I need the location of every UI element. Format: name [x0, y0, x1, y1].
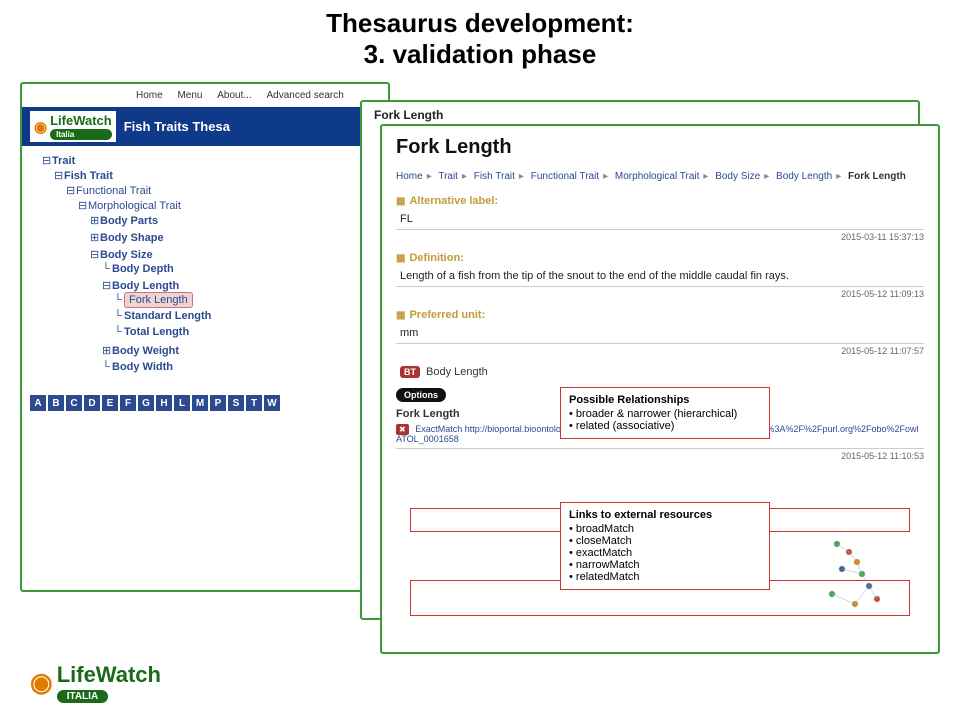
lifewatch-logo: ◉ LifeWatch Italia [30, 111, 116, 142]
crumb-trait[interactable]: Trait [438, 171, 458, 182]
alpha-w[interactable]: W [264, 395, 280, 411]
bt-value[interactable]: Body Length [426, 366, 488, 378]
back-heading: Fork Length [374, 108, 912, 122]
callout2-item-4: narrowMatch [569, 559, 761, 571]
callout2-header: Links to external resources [569, 509, 761, 521]
crumb-fork: Fork Length [848, 171, 906, 182]
breadcrumb: Home▸ Trait▸ Fish Trait▸ Functional Trai… [396, 169, 924, 185]
callout2-item-2: closeMatch [569, 535, 761, 547]
tree-body-length[interactable]: ⊟Body Length └Fork Length └Standard Leng… [102, 277, 380, 342]
alt-label-timestamp: 2015-03-11 15:37:13 [396, 229, 924, 242]
alpha-b[interactable]: B [48, 395, 64, 411]
alpha-h[interactable]: H [156, 395, 172, 411]
crumb-length[interactable]: Body Length [776, 171, 832, 182]
alpha-l[interactable]: L [174, 395, 190, 411]
crumb-functional[interactable]: Functional Trait [531, 171, 599, 182]
trait-tree: ⊟Trait ⊟Fish Trait ⊟Functional Trait ⊟Mo… [30, 152, 380, 385]
alpha-t[interactable]: T [246, 395, 262, 411]
footer-logo-tag: ITALIA [57, 690, 108, 703]
options-button[interactable]: Options [396, 388, 446, 402]
alpha-e[interactable]: E [102, 395, 118, 411]
title-line-2: 3. validation phase [0, 39, 960, 70]
alpha-m[interactable]: M [192, 395, 208, 411]
exactmatch-timestamp: 2015-05-12 11:10:53 [396, 448, 924, 461]
nav-menu[interactable]: Menu [177, 90, 202, 101]
tree-body-depth[interactable]: └Body Depth [102, 261, 380, 277]
header-bar: ◉ LifeWatch Italia Fish Traits Thesa [22, 107, 388, 146]
unit-timestamp: 2015-05-12 11:07:57 [396, 343, 924, 356]
tree-fork-length[interactable]: └Fork Length [114, 292, 380, 308]
tree-trait[interactable]: ⊟Trait ⊟Fish Trait ⊟Functional Trait ⊟Mo… [42, 152, 380, 385]
definition-value: Length of a fish from the tip of the sno… [400, 270, 924, 282]
unit-value: mm [400, 327, 924, 339]
alpha-a[interactable]: A [30, 395, 46, 411]
app-title: Fish Traits Thesa [124, 119, 230, 134]
top-nav: Home Menu About... Advanced search [130, 90, 380, 101]
eye-icon: ◉ [30, 667, 53, 698]
alpha-index: A B C D E F G H L M P S T W [30, 395, 380, 411]
crumb-size[interactable]: Body Size [715, 171, 760, 182]
alpha-g[interactable]: G [138, 395, 154, 411]
definition-timestamp: 2015-05-12 11:09:13 [396, 286, 924, 299]
tree-total-length[interactable]: └Total Length [114, 324, 380, 340]
callout1-header: Possible Relationships [569, 394, 761, 406]
screenshot-stack: Home Menu About... Advanced search ◉ Lif… [20, 82, 940, 642]
logo-text: LifeWatch [50, 113, 112, 128]
detail-heading: Fork Length [396, 136, 924, 159]
callout2-item-1: broadMatch [569, 523, 761, 535]
callout2-item-5: relatedMatch [569, 571, 761, 583]
callout2-item-3: exactMatch [569, 547, 761, 559]
logo-tag: Italia [50, 129, 112, 140]
tree-morph[interactable]: ⊟Morphological Trait ⊞Body Parts ⊞Body S… [78, 197, 380, 379]
eye-icon: ◉ [34, 118, 47, 136]
nav-home[interactable]: Home [136, 90, 163, 101]
tree-standard-length[interactable]: └Standard Length [114, 308, 380, 324]
tree-body-parts[interactable]: ⊞Body Parts [90, 212, 380, 229]
unit-header: Preferred unit: [396, 309, 924, 321]
broader-term-row: BT Body Length [400, 366, 924, 378]
callout-external: Links to external resources broadMatch c… [560, 502, 770, 590]
footer-logo-text: LifeWatch [57, 662, 161, 687]
crumb-fish-trait[interactable]: Fish Trait [474, 171, 515, 182]
callout-relationships: Possible Relationships broader & narrowe… [560, 387, 770, 439]
definition-header: Definition: [396, 252, 924, 264]
slide-title: Thesaurus development: 3. validation pha… [0, 0, 960, 74]
callout1-item-2: related (associative) [569, 420, 761, 432]
tree-body-shape[interactable]: ⊞Body Shape [90, 229, 380, 246]
alpha-s[interactable]: S [228, 395, 244, 411]
tree-body-weight[interactable]: ⊞Body Weight [102, 342, 380, 359]
title-line-1: Thesaurus development: [0, 8, 960, 39]
tree-fish-trait[interactable]: ⊟Fish Trait ⊟Functional Trait ⊟Morpholog… [54, 167, 380, 383]
alpha-p[interactable]: P [210, 395, 226, 411]
crumb-morph[interactable]: Morphological Trait [615, 171, 699, 182]
alpha-f[interactable]: F [120, 395, 136, 411]
callout1-item-1: broader & narrower (hierarchical) [569, 408, 761, 420]
tree-body-width[interactable]: └Body Width [102, 359, 380, 375]
alpha-d[interactable]: D [84, 395, 100, 411]
bt-badge: BT [400, 366, 420, 378]
alt-label-header: Alternative label: [396, 195, 924, 207]
nav-panel: Home Menu About... Advanced search ◉ Lif… [20, 82, 390, 592]
nav-advanced[interactable]: Advanced search [267, 90, 344, 101]
crumb-home[interactable]: Home [396, 171, 423, 182]
nav-about[interactable]: About... [217, 90, 251, 101]
italy-map-icon [802, 524, 912, 624]
tree-body-size[interactable]: ⊟Body Size └Body Depth ⊟Body Length └For… [90, 246, 380, 377]
footer-logo: ◉ LifeWatch ITALIA [30, 662, 161, 703]
alpha-c[interactable]: C [66, 395, 82, 411]
alt-label-value: FL [400, 213, 924, 225]
tree-functional[interactable]: ⊟Functional Trait ⊟Morphological Trait ⊞… [66, 182, 380, 381]
exactmatch-label: ExactMatch [415, 424, 462, 434]
